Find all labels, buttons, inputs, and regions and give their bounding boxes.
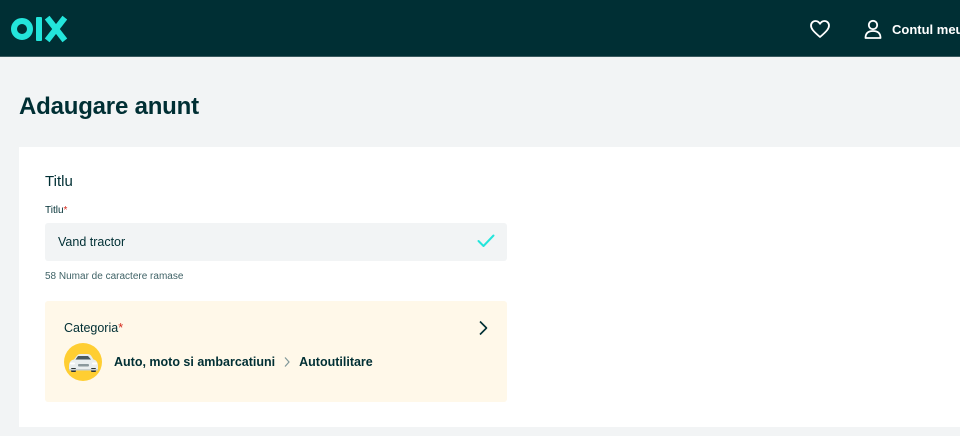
olx-logo[interactable] — [11, 13, 71, 45]
user-icon — [864, 19, 882, 39]
title-field-label: Titlu* — [45, 205, 68, 216]
category-selector[interactable]: Categoria* Auto, moto si ambarcatiuni Au… — [45, 301, 507, 402]
category-level-1: Auto, moto si ambarcatiuni — [114, 355, 276, 369]
page-title: Adaugare anunt — [19, 93, 199, 120]
character-counter: 58 Numar de caractere ramase — [45, 271, 184, 282]
category-car-image — [64, 343, 102, 381]
ad-form-card: Titlu Titlu* Vand tractor 58 Numar de ca… — [19, 147, 960, 427]
car-icon — [69, 354, 98, 372]
required-mark: * — [118, 321, 124, 335]
heart-icon[interactable] — [809, 19, 831, 39]
chevron-right-icon[interactable] — [477, 320, 489, 336]
title-input-value: Vand tractor — [58, 235, 126, 249]
account-label: Contul meu — [892, 21, 960, 37]
top-navigation-bar: Contul meu — [0, 0, 960, 57]
checkmark-icon — [477, 234, 495, 247]
section-title: Titlu — [45, 173, 73, 190]
required-mark: * — [63, 205, 68, 216]
category-level-2: Autoutilitare — [299, 355, 373, 369]
chevron-right-icon — [284, 357, 290, 367]
account-menu[interactable]: Contul meu — [864, 17, 960, 41]
category-label: Categoria* — [64, 321, 124, 335]
category-breadcrumb: Auto, moto si ambarcatiuni Autoutilitare — [114, 355, 373, 369]
title-input[interactable]: Vand tractor — [45, 223, 507, 261]
